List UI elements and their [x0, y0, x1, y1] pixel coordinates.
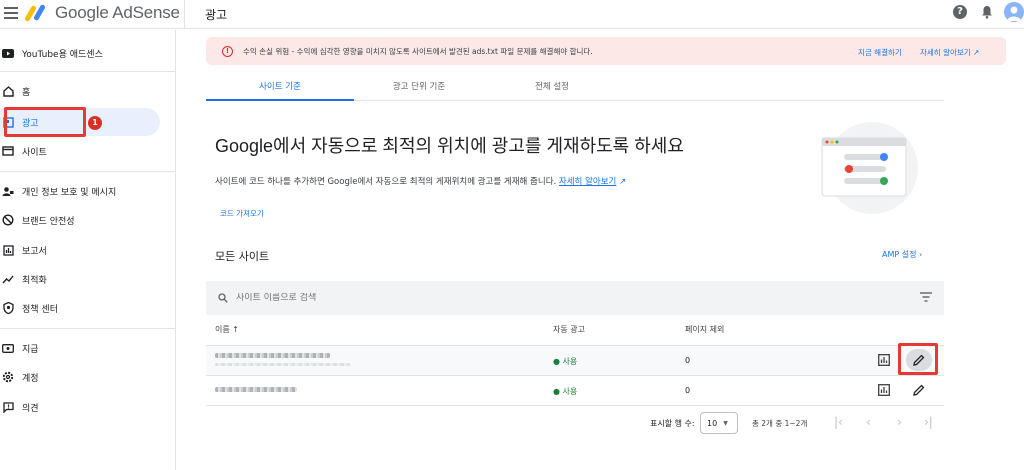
alert-learn-more-link[interactable]: 자세히 알아보기 ↗: [920, 47, 979, 58]
auto-ads-status: ● 사용: [553, 387, 578, 396]
report-icon[interactable]: [878, 354, 890, 366]
pagination-range: 총 2개 중 1~2개: [752, 419, 808, 428]
warning-icon: !: [222, 45, 233, 57]
sidebar-divider: [0, 328, 176, 329]
dropdown-arrow-icon: ▼: [723, 419, 728, 427]
reports-icon: [2, 244, 14, 256]
rows-per-page-select[interactable]: 10 ▼: [700, 412, 738, 434]
payments-icon: [2, 342, 14, 354]
table-bottom-border: [206, 405, 944, 406]
tab-global-settings[interactable]: 전체 설정: [484, 80, 620, 92]
step-badge: 1: [88, 116, 102, 130]
sidebar-item-home[interactable]: 홈: [0, 77, 160, 105]
filter-icon[interactable]: [920, 292, 932, 302]
adsense-logo-icon: [25, 4, 45, 22]
hero-description: 사이트에 코드 하나를 추가하면 Google에서 자동으로 최적의 게재위치에…: [215, 175, 626, 187]
sidebar-item-payments[interactable]: 지급: [0, 334, 160, 362]
external-link-icon: ↗: [619, 177, 627, 187]
sidebar-item-sites[interactable]: 사이트: [0, 137, 160, 165]
hero-description-text: 사이트에 코드 하나를 추가하면 Google에서 자동으로 최적의 게재위치에…: [215, 177, 557, 187]
tab-by-site[interactable]: 사이트 기준: [206, 80, 354, 92]
bell-icon[interactable]: [981, 5, 993, 19]
sidebar-item-label: 계정: [22, 373, 39, 384]
auto-ads-status: ● 사용: [553, 357, 578, 366]
feedback-icon: [2, 401, 14, 413]
alert-learn-more-label: 자세히 알아보기: [920, 48, 971, 57]
optimization-icon: [2, 273, 14, 285]
menu-icon[interactable]: [4, 7, 18, 19]
sidebar-item-label: 최적화: [22, 275, 47, 286]
site-name-redacted: [215, 363, 350, 366]
sidebar-item-policy[interactable]: 정책 센터: [0, 294, 160, 322]
auto-ads-status-label: 사용: [562, 387, 578, 396]
rows-per-page-value: 10: [707, 418, 718, 428]
column-header-excluded-pages: 페이지 제외: [685, 325, 725, 334]
sidebar-item-privacy[interactable]: 개인 정보 보호 및 메시지: [0, 177, 160, 205]
sidebar-item-account[interactable]: 계정: [0, 363, 160, 391]
highlight-edit-button: [898, 343, 938, 375]
privacy-icon: [2, 185, 14, 197]
sites-section-title: 모든 사이트: [215, 250, 270, 263]
youtube-icon: [2, 47, 14, 59]
search-input[interactable]: [236, 293, 836, 303]
app-name[interactable]: Google AdSense: [55, 3, 180, 23]
site-search-bar: [206, 281, 944, 315]
last-page-icon[interactable]: ›|: [924, 415, 933, 429]
avatar[interactable]: [1004, 2, 1024, 22]
sidebar-item-reports[interactable]: 보고서: [0, 236, 160, 264]
auto-ads-status-label: 사용: [562, 357, 578, 366]
prev-page-icon[interactable]: ‹: [866, 415, 871, 429]
sidebar-divider: [0, 71, 176, 72]
search-icon: [218, 293, 228, 303]
active-tab-indicator: [206, 99, 354, 101]
amp-settings-link[interactable]: AMP 설정 ›: [882, 249, 922, 260]
get-code-button[interactable]: 코드 가져오기: [220, 208, 264, 219]
sidebar-item-brand-safety[interactable]: 브랜드 안전성: [0, 206, 160, 234]
column-header-auto-ads: 자동 광고: [553, 325, 585, 334]
tab-by-ad-unit[interactable]: 광고 단위 기준: [354, 80, 484, 92]
rows-per-page-label: 표시할 행 수:: [650, 419, 695, 428]
hero-title: Google에서 자동으로 최적의 위치에 광고를 게재하도록 하세요: [215, 136, 684, 156]
sidebar-item-label: YouTube용 애드센스: [22, 49, 103, 60]
gear-icon: [2, 371, 14, 383]
sidebar-item-label: 홈: [22, 87, 31, 98]
sidebar-item-label: 개인 정보 보호 및 메시지: [22, 187, 117, 198]
sidebar-item-label: 사이트: [22, 147, 47, 158]
page-title: 광고: [205, 8, 228, 22]
highlight-ads-menu: [4, 107, 86, 137]
report-icon[interactable]: [878, 384, 890, 396]
help-icon[interactable]: ?: [953, 5, 967, 19]
sidebar: YouTube용 애드센스 홈 광고 사이트 개인 정보 보호 및 메시지 브랜…: [0, 30, 176, 470]
chevron-right-icon: ›: [919, 250, 923, 259]
topbar-divider: [184, 0, 185, 29]
fix-now-link[interactable]: 지금 해결하기: [858, 47, 902, 58]
sites-icon: [2, 145, 14, 157]
external-link-icon: ↗: [973, 48, 980, 57]
alert-text: 수익 손실 위험 - 수익에 심각한 영향을 미치지 않도록 사이트에서 발견된…: [243, 46, 593, 56]
home-icon: [2, 85, 14, 97]
sidebar-divider: [0, 171, 176, 172]
sidebar-item-youtube[interactable]: YouTube용 애드센스: [0, 39, 160, 67]
site-name-redacted: [215, 387, 297, 392]
next-page-icon[interactable]: ›: [897, 415, 902, 429]
excluded-pages-count: 0: [685, 356, 691, 365]
first-page-icon[interactable]: |‹: [834, 415, 843, 429]
sidebar-item-optimization[interactable]: 최적화: [0, 265, 160, 293]
excluded-pages-count: 0: [685, 386, 691, 395]
block-icon: [2, 214, 14, 226]
column-header-name[interactable]: 이름 ↑: [215, 324, 239, 335]
sidebar-item-feedback[interactable]: 의견: [0, 393, 160, 421]
auto-ads-illustration: [821, 122, 918, 214]
learn-more-link[interactable]: 자세히 알아보기: [559, 177, 616, 187]
pencil-icon[interactable]: [913, 384, 925, 396]
sidebar-item-label: 보고서: [22, 246, 47, 257]
sidebar-item-label: 의견: [22, 403, 39, 414]
policy-icon: [2, 302, 14, 314]
amp-settings-label: AMP 설정: [882, 250, 917, 259]
sidebar-item-label: 정책 센터: [22, 304, 58, 315]
sidebar-item-label: 브랜드 안전성: [22, 216, 75, 227]
sidebar-item-label: 지급: [22, 344, 39, 355]
site-name-redacted: [215, 353, 330, 358]
